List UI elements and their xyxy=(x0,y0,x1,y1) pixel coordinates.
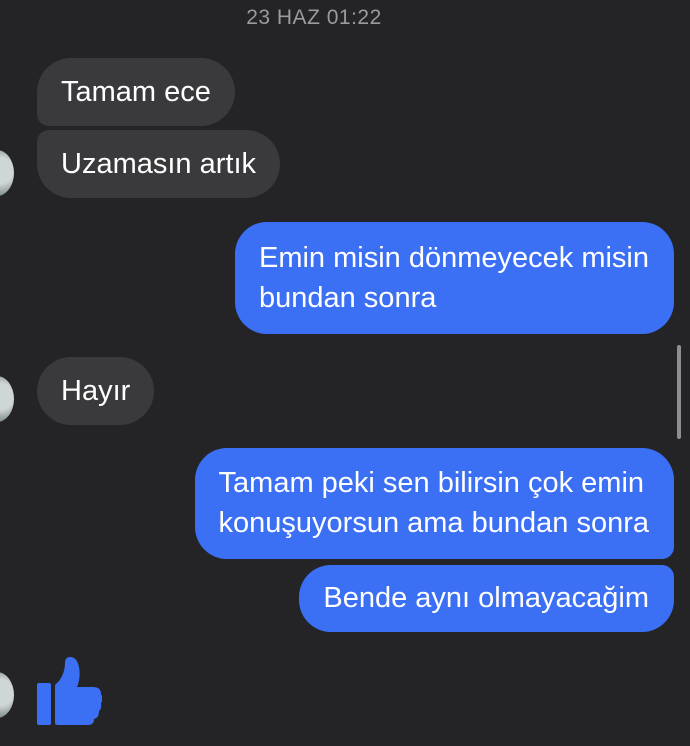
contact-avatar[interactable] xyxy=(0,150,14,196)
contact-avatar[interactable] xyxy=(0,376,14,422)
incoming-message[interactable]: Hayır xyxy=(37,357,155,425)
message-line: Tamam peki sen bilirsin çok emin xyxy=(218,467,645,499)
thumbs-up-hand xyxy=(55,657,102,725)
message-line: bundan sonra xyxy=(258,282,437,314)
contact-avatar[interactable] xyxy=(0,672,14,718)
thumbs-up-cuff xyxy=(37,683,51,725)
message-text: Tamam ece xyxy=(61,76,211,108)
message-line: Bende aynı olmayacağim xyxy=(323,582,649,614)
scrollbar[interactable] xyxy=(677,345,681,439)
incoming-message[interactable]: Uzamasın artık xyxy=(37,130,280,198)
outgoing-message[interactable]: Emin misin dönmeyecek misin bundan sonra xyxy=(234,222,674,334)
timestamp: 23 HAZ 01:22 xyxy=(246,6,382,29)
outgoing-message[interactable]: Tamam peki sen bilirsin çok emin konuşuy… xyxy=(194,448,674,559)
message-line: konuşuyorsun ama bundan sonra xyxy=(218,507,649,539)
incoming-message[interactable]: Tamam ece xyxy=(37,58,235,126)
message-text: Uzamasın artık xyxy=(61,148,256,180)
message-line: Emin misin dönmeyecek misin xyxy=(258,242,649,274)
message-text: Hayır xyxy=(61,375,131,407)
outgoing-message[interactable]: Bende aynı olmayacağim xyxy=(299,565,674,632)
thumbs-up-icon[interactable] xyxy=(36,654,102,726)
